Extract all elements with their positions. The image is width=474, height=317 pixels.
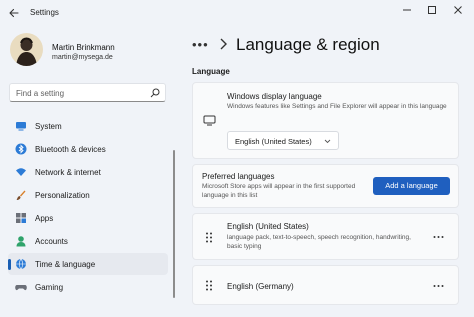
sidebar-item-bluetooth[interactable]: Bluetooth & devices [8,138,168,160]
display-language-description: Windows features like Settings and File … [227,103,447,110]
search-icon[interactable] [150,88,160,98]
more-options-icon[interactable] [433,284,444,288]
minimize-icon[interactable] [397,3,417,17]
app-title: Settings [30,8,59,17]
sidebar-item-label: Apps [35,214,54,223]
globe-clock-icon [16,258,26,270]
display-language-value: English (United States) [235,137,312,146]
monitor-icon [16,122,26,131]
active-indicator [8,259,11,270]
language-item-en-us[interactable]: English (United States) language pack, t… [192,213,459,260]
title-bar: Settings [0,0,474,26]
chevron-down-icon [324,139,331,144]
avatar [10,33,43,66]
more-options-icon[interactable] [433,235,444,239]
language-details: language pack, text-to-speech, speech re… [227,234,411,250]
user-email: martin@mysega.de [52,54,113,61]
bluetooth-icon [15,143,27,155]
sidebar-item-label: Network & internet [35,168,101,177]
preferred-languages-card: Preferred languages Microsoft Store apps… [192,164,459,208]
person-icon [16,236,26,247]
drag-handle-icon[interactable] [205,280,213,291]
sidebar-item-label: System [35,122,62,131]
drag-handle-icon[interactable] [205,232,213,243]
sidebar-item-label: Time & language [35,260,96,269]
brush-icon [16,190,26,200]
section-heading: Language [192,67,230,76]
language-name: English (United States) [227,222,309,231]
sidebar-item-gaming[interactable]: Gaming [8,276,168,298]
search-input[interactable] [16,87,146,99]
wifi-icon [16,168,26,176]
sidebar-item-apps[interactable]: Apps [8,207,168,229]
display-language-card: Windows display language Windows feature… [192,82,459,159]
display-language-title: Windows display language [227,92,322,101]
back-arrow-icon[interactable] [6,5,22,21]
sidebar-item-time-language[interactable]: Time & language [8,253,168,275]
chevron-right-icon [220,38,227,50]
search-box[interactable] [9,83,166,102]
maximize-icon[interactable] [422,3,442,17]
user-name: Martin Brinkmann [52,43,115,52]
preferred-languages-title: Preferred languages [202,172,275,181]
sidebar-item-network[interactable]: Network & internet [8,161,168,183]
preferred-languages-description: Microsoft Store apps will appear in the … [202,183,356,199]
display-language-select[interactable]: English (United States) [227,131,339,150]
sidebar-scrollbar[interactable] [173,150,175,298]
sidebar-item-label: Accounts [35,237,68,246]
sidebar-item-accounts[interactable]: Accounts [8,230,168,252]
breadcrumb-overflow[interactable]: ••• [192,37,209,52]
monitor-icon [203,115,216,126]
apps-icon [16,213,26,223]
close-icon[interactable] [448,3,468,17]
add-language-button[interactable]: Add a language [373,177,450,195]
sidebar-item-label: Personalization [35,191,90,200]
language-item-en-de[interactable]: English (Germany) [192,265,459,305]
sidebar-item-label: Gaming [35,283,64,292]
page-title: Language & region [236,35,380,54]
sidebar-item-label: Bluetooth & devices [35,145,106,154]
gamepad-icon [15,285,27,291]
sidebar-item-personalization[interactable]: Personalization [8,184,168,206]
sidebar-item-system[interactable]: System [8,115,168,137]
language-name: English (Germany) [227,282,294,291]
